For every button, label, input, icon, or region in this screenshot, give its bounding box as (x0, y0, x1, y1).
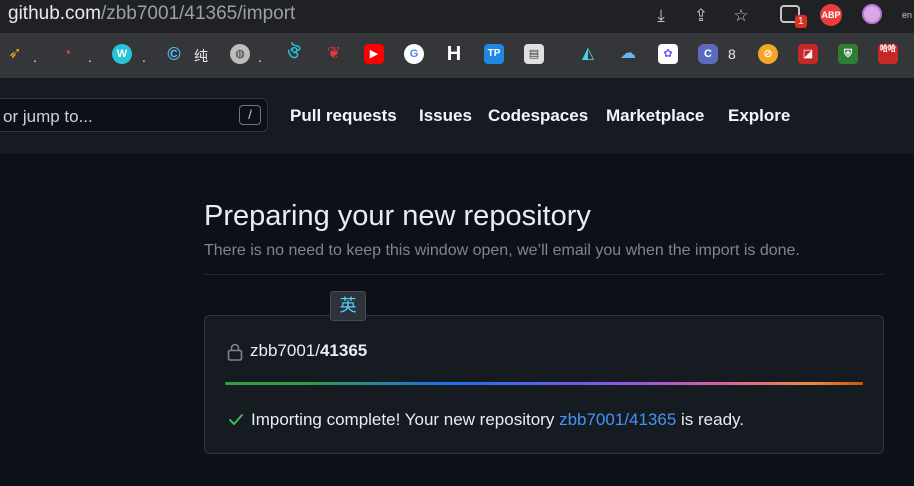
nav-explore[interactable]: Explore (728, 106, 790, 126)
nav-marketplace[interactable]: Marketplace (606, 106, 704, 126)
repo-full-name: zbb7001/41365 (250, 341, 367, 361)
repo-name: 41365 (319, 341, 368, 360)
language-icon[interactable]: en (902, 10, 912, 20)
bookmark-cn-icon[interactable]: 哈哈 (878, 44, 898, 64)
lock-icon (227, 343, 243, 361)
bookmark-shield-icon[interactable]: ⛨ (838, 44, 858, 64)
repo-link[interactable]: zbb7001/41365 (559, 410, 676, 429)
google-icon[interactable]: G (404, 44, 424, 64)
status-suffix: is ready. (676, 410, 745, 429)
divider (204, 274, 884, 275)
bookmark-red-square-icon[interactable]: ◪ (798, 44, 818, 64)
import-complete-message: Importing complete! Your new repository … (251, 410, 744, 430)
bookmark-label[interactable]: 纯 (194, 46, 208, 66)
share-icon[interactable]: ⇪ (690, 5, 712, 27)
browser-address-bar: github.com/zbb7001/41365/import ⤓ ⇪ ☆ 1 … (0, 0, 914, 33)
extension-badge: 1 (795, 15, 807, 28)
bookmark-label[interactable]: 8 (728, 46, 736, 62)
youtube-icon[interactable]: ▶ (364, 44, 384, 64)
bookmark-tp-icon[interactable]: TP (484, 44, 504, 64)
github-header: or jump to... / Pull requests Issues Cod… (0, 78, 914, 154)
repo-owner: zbb7001/ (250, 341, 320, 360)
adblock-icon[interactable]: ABP (820, 4, 842, 26)
url-path: /zbb7001/41365/import (100, 3, 296, 24)
page-title: Preparing your new repository (204, 200, 591, 232)
bookmark-bird-icon[interactable]: ঔ (284, 44, 304, 64)
bookmarks-bar: ➶ . ◔ . W . © 纯 ◍ . ঔ ❦ ▶ G H TP ▤ ◭ ☁ ✿… (0, 33, 914, 78)
slash-shortcut-hint: / (239, 105, 261, 125)
bookmark-cloud-icon[interactable]: ☁ (618, 44, 638, 64)
bookmark-fish-icon[interactable]: ➶ (5, 44, 25, 64)
bookmark-doc-icon[interactable]: ▤ (524, 44, 544, 64)
bookmark-label[interactable]: . (142, 49, 146, 65)
bookmark-label[interactable]: . (88, 49, 92, 65)
search-placeholder: or jump to... (3, 107, 93, 126)
url-host: github.com (8, 3, 101, 24)
bookmark-orange-icon[interactable]: ⊘ (758, 44, 778, 64)
status-prefix: Importing complete! Your new repository (251, 410, 560, 429)
bookmark-red-icon[interactable]: ❦ (324, 44, 344, 64)
extension-icon[interactable]: 1 (780, 3, 807, 28)
import-status-card: zbb7001/41365 Importing complete! Your n… (204, 315, 884, 454)
bookmark-label[interactable]: . (258, 49, 262, 65)
bookmark-c-icon[interactable]: © (164, 44, 184, 64)
bookmark-gauge-icon[interactable]: ◔ (57, 44, 77, 64)
nav-issues[interactable]: Issues (419, 106, 472, 126)
ime-indicator: 英 (330, 291, 366, 321)
url-text[interactable]: github.com/zbb7001/41365/import (8, 3, 295, 25)
bookmark-label[interactable]: . (33, 49, 37, 65)
check-icon (228, 413, 244, 426)
bookmark-c2-icon[interactable]: C (698, 44, 718, 64)
bookmark-h-icon[interactable]: H (444, 44, 464, 64)
nav-pull-requests[interactable]: Pull requests (290, 106, 397, 126)
profile-extension-icon[interactable] (862, 4, 882, 24)
nav-codespaces[interactable]: Codespaces (488, 106, 588, 126)
page-subtitle: There is no need to keep this window ope… (204, 242, 800, 259)
search-input[interactable]: or jump to... / (0, 98, 268, 132)
bookmark-globe-icon[interactable]: ◍ (230, 44, 250, 64)
bookmark-w-icon[interactable]: W (112, 44, 132, 64)
bookmark-puzzle-icon[interactable]: ✿ (658, 44, 678, 64)
download-icon[interactable]: ⤓ (650, 5, 672, 27)
bookmark-triangle-icon[interactable]: ◭ (578, 44, 598, 64)
import-progress-bar (225, 382, 863, 385)
star-icon[interactable]: ☆ (730, 5, 752, 27)
